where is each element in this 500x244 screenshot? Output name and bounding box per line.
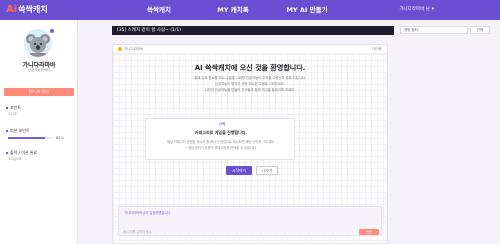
mission-progress-percent: 85% — [56, 136, 64, 140]
stat-attendance-value: 30일/28 — [8, 157, 22, 161]
rule-title: 카테고리로 게임을 진행합니다. — [194, 130, 248, 135]
exit-button[interactable]: 나가기 — [256, 166, 278, 175]
chat-input[interactable]: 메시지를 입력하세요. — [123, 229, 351, 235]
stat-mission: 미션 포인트 — [6, 128, 30, 134]
edit-avatar-icon[interactable] — [49, 28, 55, 34]
user-status-icon — [118, 47, 122, 51]
avatar — [24, 29, 52, 57]
rule-chip: 시작 — [218, 122, 226, 126]
my-ai-manage-button[interactable]: MY AI 관리 — [4, 88, 74, 96]
rule-line: • 정답 맞히기 라운드 카테고리를 선택할 수 있습니다. — [185, 146, 257, 150]
filter-select-right[interactable]: 선택 — [470, 26, 490, 34]
panel-header-user: 가니다라마바 — [124, 46, 144, 51]
mission-progress-bar — [8, 137, 52, 139]
nav-link-sketch[interactable]: 쓱싹캐치 — [122, 4, 196, 14]
filter-select[interactable]: 채팅 필터 — [400, 26, 468, 34]
profile-sidebar: 가니다라마바 인공지능캐릭터 MY AI 관리 포인트 120P 미션 포인트 … — [0, 20, 78, 244]
stat-attendance-label: 출석 / 미션 완료 — [10, 150, 38, 155]
nav-link-my-talk[interactable]: MY 캐치톡 — [196, 4, 270, 14]
rule-line: 해당 카테고리 관련된 제시어 중 하나가 랜덤으로 제시되면 해당 단어를 그… — [167, 140, 275, 144]
thread-title-bar: [35] 스케치 같이 할 사람~ (1/1) — [112, 26, 394, 35]
send-button[interactable]: 전송 — [359, 229, 379, 235]
logo-name: 쓱싹캐치 — [18, 5, 48, 14]
right-sidebar: 채팅 필터 선택 — [396, 20, 500, 244]
top-nav: Ai 쓱싹캐치 쓱싹캐치 MY 캐치톡 MY AI 만들기 가니다라마바 님 ▾ — [0, 0, 500, 20]
welcome-line: 나만의 인공지능을 만들어 친구들과 함께 게임을 플레이해 보세요. — [204, 88, 296, 92]
bullet-icon — [6, 152, 8, 154]
panel-header: 가니다라마바 대기중 — [113, 45, 387, 54]
start-button[interactable]: 시작하기 — [226, 166, 252, 175]
logo-ai: Ai — [6, 4, 18, 15]
stat-points: 포인트 — [6, 105, 21, 111]
nav-links: 쓱싹캐치 MY 캐치톡 MY AI 만들기 — [122, 4, 344, 14]
chat-status: 가니다라마바님이 입장하였습니다. — [124, 211, 172, 215]
stat-points-value: 120P — [8, 112, 17, 116]
stat-attendance: 출석 / 미션 완료 — [6, 150, 37, 156]
koala-icon — [24, 29, 52, 57]
bullet-icon — [6, 107, 8, 109]
profile-sub: 인공지능캐릭터 — [27, 68, 51, 72]
welcome-line: 출제 주제 힌트를 보고 그림을 그리면 인공지능이 무엇을 그렸는지 맞춰 드… — [194, 76, 306, 80]
logo[interactable]: Ai 쓱싹캐치 — [6, 4, 48, 15]
bullet-icon — [6, 130, 8, 132]
nav-link-my-ai[interactable]: MY AI 만들기 — [270, 4, 344, 14]
rule-box: 시작 카테고리로 게임을 진행합니다. 해당 카테고리 관련된 제시어 중 하나… — [145, 118, 295, 160]
stat-points-label: 포인트 — [10, 105, 22, 110]
user-menu-label: 가니다라마바 님 — [399, 7, 430, 12]
user-menu[interactable]: 가니다라마바 님 ▾ — [399, 6, 434, 12]
mission-progress-fill — [8, 137, 46, 139]
chat-box: 가니다라마바님이 입장하였습니다. 메시지를 입력하세요. 전송 — [118, 206, 382, 236]
stat-mission-label: 미션 포인트 — [10, 128, 30, 133]
panel-header-status: 대기중 — [372, 46, 382, 51]
welcome-title: AI 쓱싹캐치에 오신 것을 환영합니다. — [194, 64, 306, 72]
welcome-line: 인공지능이 맞히기 전에 제시된 그림을 그려보세요. — [215, 82, 285, 86]
chevron-down-icon: ▾ — [431, 7, 434, 12]
